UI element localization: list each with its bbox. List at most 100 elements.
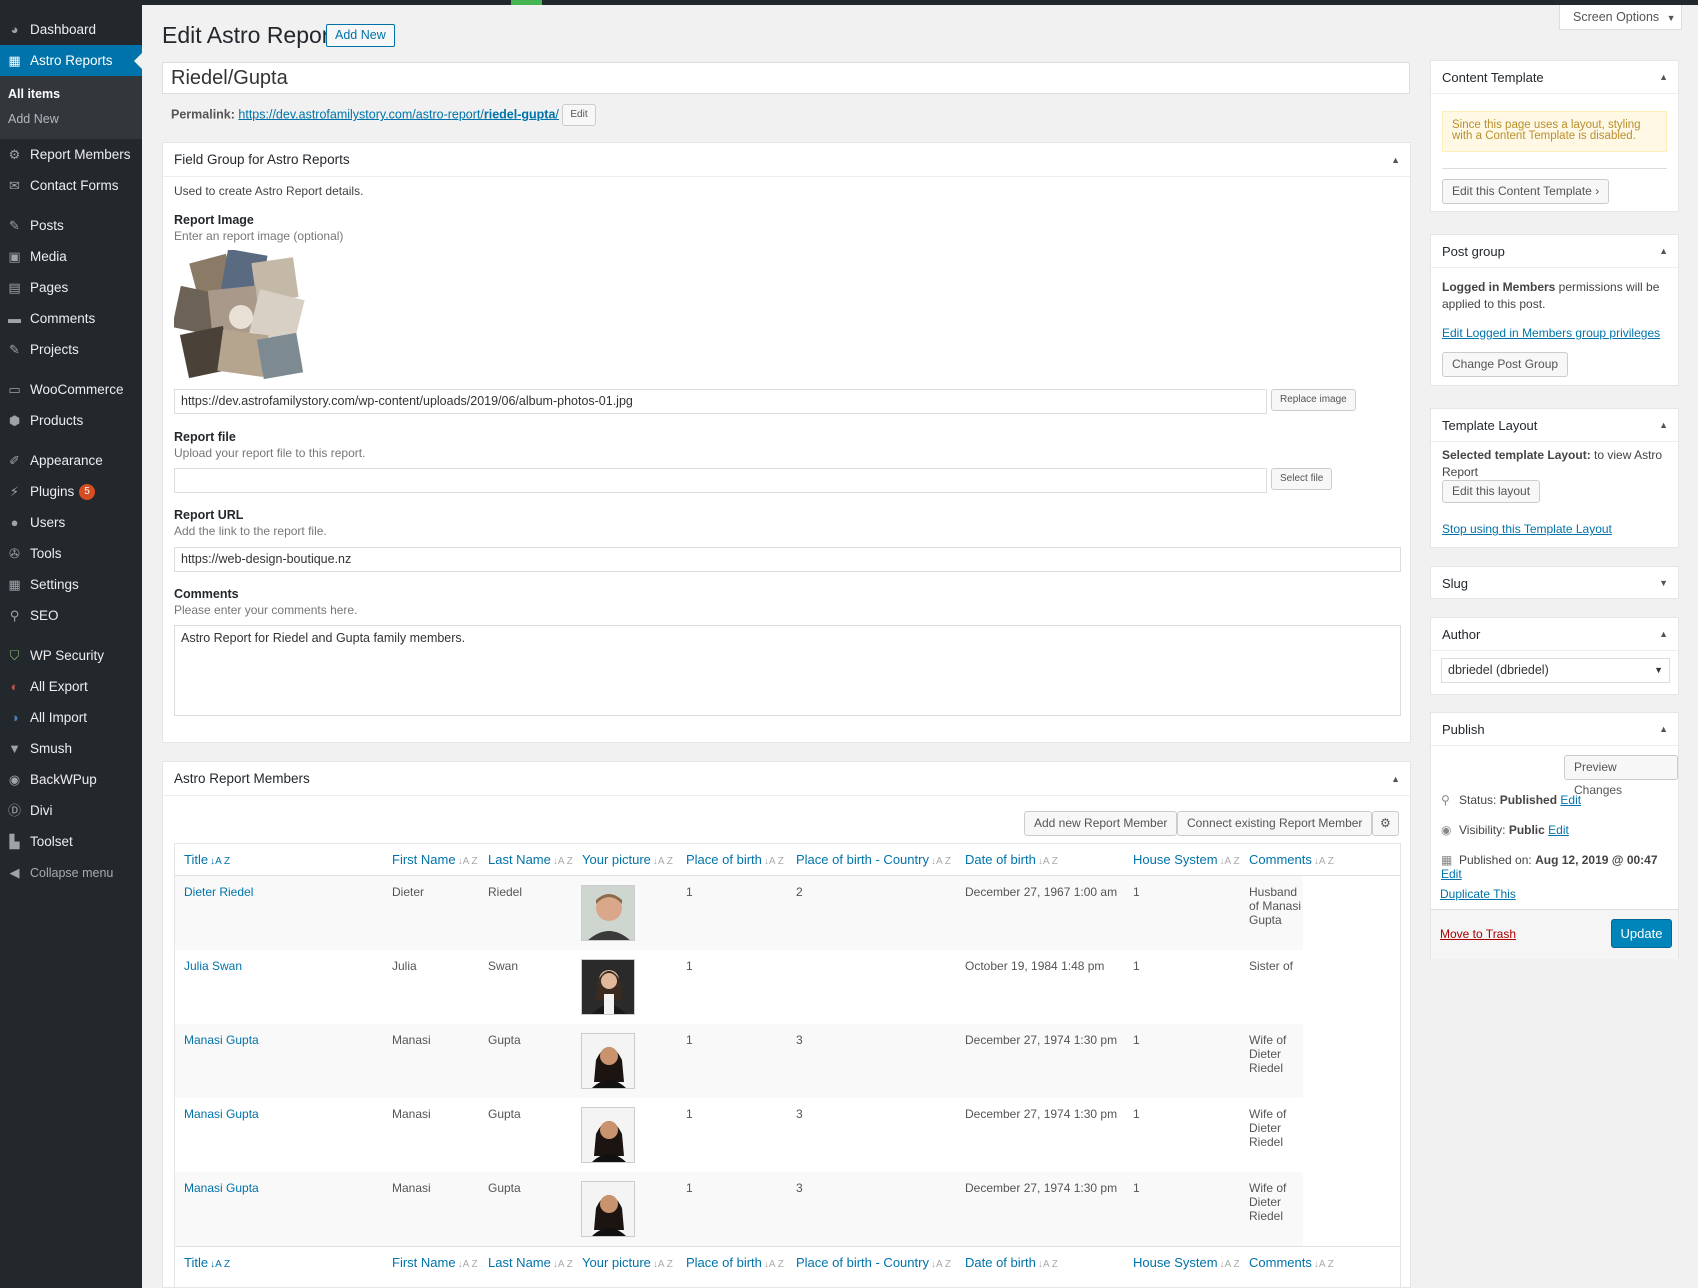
gear-icon[interactable]: ⚙ [1372, 811, 1399, 836]
sidebar-item-comments[interactable]: ▬ Comments [0, 303, 142, 334]
collapse-arrow-icon[interactable]: ▲ [1659, 61, 1668, 94]
member-title-link[interactable]: Julia Swan [184, 959, 242, 973]
col-house-system[interactable]: House System ↓A Z [1133, 844, 1240, 877]
sidebar-item-label: Astro Reports [30, 53, 113, 68]
sidebar-item-seo[interactable]: ⚲ SEO [0, 600, 142, 631]
author-header[interactable]: Author ▲ [1431, 618, 1678, 651]
sidebar-item-dashboard[interactable]: ◕ Dashboard [0, 14, 142, 45]
member-title-link[interactable]: Manasi Gupta [184, 1181, 259, 1195]
sidebar-item-projects[interactable]: ✎ Projects [0, 334, 142, 365]
published-edit-link[interactable]: Edit [1441, 867, 1462, 881]
content-template-notice: Since this page uses a layout, styling w… [1442, 111, 1667, 152]
col-title[interactable]: Title ↓A Z [184, 1247, 230, 1280]
col-title[interactable]: Title ↓A Z [184, 844, 230, 877]
member-last-name: Gupta [488, 1181, 521, 1195]
collapse-arrow-icon[interactable]: ▲ [1391, 762, 1400, 796]
post-group-header[interactable]: Post group ▲ [1431, 235, 1678, 268]
sidebar-item-woocommerce[interactable]: ▭ WooCommerce [0, 374, 142, 405]
content-template-header[interactable]: Content Template ▲ [1431, 61, 1678, 94]
col-place-of-birth[interactable]: Place of birth ↓A Z [686, 1247, 784, 1280]
duplicate-this-link[interactable]: Duplicate This [1440, 887, 1516, 901]
preview-changes-button[interactable]: Preview Changes [1564, 755, 1678, 797]
report-members-header[interactable]: Astro Report Members ▲ [163, 762, 1410, 796]
sidebar-item-report-members[interactable]: ⚙ Report Members [0, 139, 142, 170]
connect-existing-report-member-button[interactable]: Connect existing Report Member [1177, 811, 1373, 836]
collapse-arrow-icon[interactable]: ▲ [1391, 143, 1400, 177]
collapse-arrow-icon[interactable]: ▲ [1659, 235, 1668, 268]
col-comments[interactable]: Comments ↓A Z [1249, 844, 1334, 877]
screen-options-button[interactable]: Screen Options ▼ [1559, 5, 1682, 30]
sidebar-item-posts[interactable]: ✎ Posts [0, 210, 142, 241]
col-last-name[interactable]: Last Name ↓A Z [488, 844, 573, 877]
col-date-of-birth[interactable]: Date of birth ↓A Z [965, 844, 1058, 877]
sidebar-item-appearance[interactable]: ✐ Appearance [0, 445, 142, 476]
sort-icon: ↓A Z [457, 856, 478, 867]
add-new-report-member-button[interactable]: Add new Report Member [1024, 811, 1178, 836]
edit-group-privileges-link[interactable]: Edit Logged in Members group privileges [1442, 326, 1660, 340]
edit-content-template-button[interactable]: Edit this Content Template › [1442, 179, 1610, 204]
col-place-of-birth-country[interactable]: Place of birth - Country ↓A Z [796, 1247, 951, 1280]
col-first-name[interactable]: First Name ↓A Z [392, 1247, 478, 1280]
sidebar-item-toolset[interactable]: ▙ Toolset [0, 826, 142, 857]
add-new-button[interactable]: Add New [326, 24, 395, 47]
collapse-arrow-icon[interactable]: ▲ [1659, 618, 1668, 651]
sidebar-item-plugins[interactable]: ⚡ Plugins 5 [0, 476, 142, 507]
col-first-name[interactable]: First Name ↓A Z [392, 844, 478, 877]
status-edit-link[interactable]: Edit [1560, 793, 1581, 807]
col-house-system[interactable]: House System ↓A Z [1133, 1247, 1240, 1280]
sidebar-item-users[interactable]: ● Users [0, 507, 142, 538]
report-file-input[interactable] [174, 468, 1267, 493]
move-to-trash-link[interactable]: Move to Trash [1440, 927, 1516, 941]
col-comments[interactable]: Comments ↓A Z [1249, 1247, 1334, 1280]
sidebar-item-media[interactable]: ▣ Media [0, 241, 142, 272]
select-file-button[interactable]: Select file [1271, 468, 1333, 490]
post-title-input[interactable]: Riedel/Gupta [162, 62, 1410, 94]
col-date-of-birth[interactable]: Date of birth ↓A Z [965, 1247, 1058, 1280]
permalink-url[interactable]: https://dev.astrofamilystory.com/astro-r… [238, 107, 558, 121]
sidebar-item-settings[interactable]: ▦ Settings [0, 569, 142, 600]
expand-arrow-icon[interactable]: ▼ [1659, 567, 1668, 600]
sidebar-item-all-import[interactable]: ◑ All Import [0, 702, 142, 733]
sidebar-item-products[interactable]: ⬢ Products [0, 405, 142, 436]
report-image-url-input[interactable]: https://dev.astrofamilystory.com/wp-cont… [174, 389, 1267, 414]
submenu-all-items[interactable]: All items [0, 82, 142, 107]
slug-header[interactable]: Slug ▼ [1431, 567, 1678, 600]
author-select[interactable]: dbriedel (dbriedel) ▼ [1441, 658, 1670, 683]
sidebar-item-backwpup[interactable]: ◉ BackWPup [0, 764, 142, 795]
col-your-picture[interactable]: Your picture ↓A Z [582, 1247, 673, 1280]
report-url-input[interactable]: https://web-design-boutique.nz [174, 547, 1401, 572]
sidebar-item-wp-security[interactable]: ⛉ WP Security [0, 640, 142, 671]
sidebar-item-divi[interactable]: Ⓓ Divi [0, 795, 142, 826]
col-last-name[interactable]: Last Name ↓A Z [488, 1247, 573, 1280]
sidebar-item-all-export[interactable]: ◐ All Export [0, 671, 142, 702]
sidebar-item-pages[interactable]: ▤ Pages [0, 272, 142, 303]
stop-template-layout-link[interactable]: Stop using this Template Layout [1442, 522, 1612, 536]
publish-header[interactable]: Publish ▲ [1431, 713, 1678, 746]
submenu-add-new[interactable]: Add New [0, 107, 142, 132]
col-place-of-birth[interactable]: Place of birth ↓A Z [686, 844, 784, 877]
edit-layout-button[interactable]: Edit this layout [1442, 480, 1541, 503]
field-group-header[interactable]: Field Group for Astro Reports ▲ [163, 143, 1410, 177]
collapse-menu[interactable]: ◀ Collapse menu [0, 857, 142, 888]
member-title-link[interactable]: Dieter Riedel [184, 885, 253, 899]
comments-textarea[interactable]: Astro Report for Riedel and Gupta family… [174, 625, 1401, 716]
update-button[interactable]: Update [1611, 919, 1672, 948]
sidebar-item-astro-reports[interactable]: ▦ Astro Reports [0, 45, 142, 76]
report-image-preview[interactable] [174, 250, 308, 384]
sidebar-item-label: Plugins [30, 484, 75, 499]
member-title-link[interactable]: Manasi Gupta [184, 1107, 259, 1121]
template-layout-header[interactable]: Template Layout ▲ [1431, 409, 1678, 442]
sidebar-item-contact-forms[interactable]: ✉ Contact Forms [0, 170, 142, 201]
sidebar-item-smush[interactable]: ▼ Smush [0, 733, 142, 764]
sidebar-item-tools[interactable]: ✇ Tools [0, 538, 142, 569]
member-title-link[interactable]: Manasi Gupta [184, 1033, 259, 1047]
collapse-arrow-icon[interactable]: ▲ [1659, 713, 1668, 746]
visibility-row: ◉ Visibility: Public Edit [1441, 823, 1569, 837]
col-your-picture[interactable]: Your picture ↓A Z [582, 844, 673, 877]
collapse-arrow-icon[interactable]: ▲ [1659, 409, 1668, 442]
col-place-of-birth-country[interactable]: Place of birth - Country ↓A Z [796, 844, 951, 877]
change-post-group-button[interactable]: Change Post Group [1442, 352, 1569, 377]
visibility-edit-link[interactable]: Edit [1548, 823, 1569, 837]
replace-image-button[interactable]: Replace image [1271, 389, 1356, 411]
permalink-edit-button[interactable]: Edit [562, 104, 596, 126]
